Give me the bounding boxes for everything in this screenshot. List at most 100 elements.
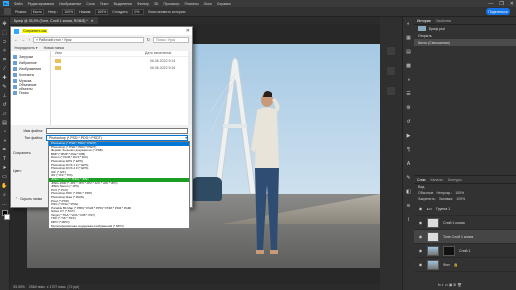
visibility-eye-icon[interactable]: ◉	[418, 234, 423, 239]
more-tools-icon[interactable]: …	[2, 201, 8, 207]
history-brush-tool-icon[interactable]: ↺	[2, 102, 8, 108]
hand-tool-icon[interactable]: ✋	[1, 183, 7, 189]
mode-select[interactable]: Кисть	[30, 8, 44, 15]
maximize-button[interactable]: ❐	[499, 1, 503, 7]
tab-channels[interactable]: Каналы	[431, 178, 443, 182]
pressure-field[interactable]: 100%	[95, 8, 109, 15]
visibility-eye-icon[interactable]: ◉	[418, 206, 423, 211]
layer-row[interactable]: ◉ Слой 1 копия	[414, 216, 516, 230]
marquee-tool-icon[interactable]: ⬚	[2, 30, 8, 36]
menu-image[interactable]: Изображение	[59, 2, 81, 6]
move-tool-icon[interactable]: ✥	[2, 21, 8, 27]
column-name[interactable]: Имя	[55, 51, 145, 56]
forward-arrow-icon[interactable]: →	[21, 37, 25, 42]
restore-history-checkbox[interactable]: Восстановить историю	[148, 10, 185, 14]
background-color-swatch[interactable]	[3, 214, 10, 220]
panel-toggle-icon[interactable]	[387, 67, 395, 75]
type-tool-icon[interactable]: T	[2, 156, 8, 162]
zoom-tool-icon[interactable]: ⌕	[2, 192, 8, 198]
filename-input[interactable]	[46, 127, 188, 134]
adjustments-panel-icon[interactable]: ◑	[405, 76, 412, 83]
magic-wand-tool-icon[interactable]: ✧	[2, 48, 8, 54]
filetype-option[interactable]: Мультиформатная поддержка изображений (*…	[49, 225, 189, 229]
path-select-tool-icon[interactable]: ➤	[2, 165, 8, 171]
layer-row[interactable]: ◉ Слой 1	[414, 244, 516, 258]
history-brush-icon[interactable]	[4, 8, 11, 15]
menu-edit[interactable]: Редактирование	[28, 2, 55, 6]
close-tab-icon[interactable]: ✕	[91, 19, 94, 23]
menu-file[interactable]: Файл	[14, 2, 23, 6]
channels-panel-icon[interactable]: ≋	[405, 202, 412, 209]
menu-3d[interactable]: 3D	[154, 2, 158, 6]
file-row[interactable]: 06.06.2022 9:14	[51, 57, 192, 64]
shape-tool-icon[interactable]: ▭	[2, 174, 8, 180]
layer-row[interactable]: ◉ ▸▭ Группа 1	[414, 202, 516, 216]
brush-tool-icon[interactable]: ✎	[2, 84, 8, 90]
address-bar[interactable]: « Рабочий стол › Урок	[33, 36, 144, 43]
tab-history[interactable]: История	[417, 19, 431, 23]
gradient-tool-icon[interactable]: ▤	[2, 120, 8, 126]
layer-filter-select[interactable]: Вид	[418, 185, 424, 189]
organize-button[interactable]: Упорядочить ▾	[14, 46, 38, 50]
history-item[interactable]: Кисть (Смешанная)	[414, 39, 516, 46]
tab-layers[interactable]: Слои	[417, 178, 426, 182]
hide-folders-toggle[interactable]: ⌃ Скрыть папки	[15, 197, 42, 201]
menu-type[interactable]: Текст	[100, 2, 109, 6]
blend-mode-select[interactable]: Обычные	[418, 191, 433, 195]
dialog-close-button[interactable]: ✕	[186, 28, 190, 34]
paragraph-panel-icon[interactable]: ¶	[405, 146, 412, 153]
file-list-scrollbar[interactable]	[188, 51, 192, 125]
tab-properties[interactable]: Свойства	[436, 19, 451, 23]
panel-toggle-icon[interactable]	[387, 47, 395, 55]
eyedropper-tool-icon[interactable]: ⁄	[2, 66, 8, 72]
minimize-button[interactable]: —	[488, 1, 493, 7]
paths-panel-icon[interactable]: ⌇	[405, 216, 412, 223]
layer-row[interactable]: ◉ Tone Слой 1 копия	[414, 230, 516, 244]
libraries-panel-icon[interactable]: ☰	[405, 90, 412, 97]
back-arrow-icon[interactable]: ←	[14, 37, 18, 42]
menu-help[interactable]: Справка	[217, 2, 231, 6]
share-button[interactable]: Поделиться	[486, 8, 510, 15]
layer-mask-thumbnail[interactable]	[443, 245, 455, 256]
menu-layers[interactable]: Слои	[86, 2, 95, 6]
layer-row[interactable]: ◉ Фон 🔒	[414, 258, 516, 272]
character-panel-icon[interactable]: A	[405, 160, 412, 167]
menu-select[interactable]: Выделение	[114, 2, 133, 6]
menu-plugins[interactable]: Плагины	[184, 2, 198, 6]
visibility-eye-icon[interactable]: ◉	[418, 248, 423, 253]
actions-panel-icon[interactable]: ▶	[405, 132, 412, 139]
brushes-panel-icon[interactable]: ✎	[405, 174, 412, 181]
new-folder-button[interactable]: Новая папка	[44, 46, 64, 50]
smoothing-field[interactable]: 0%	[132, 8, 145, 15]
menu-filter[interactable]: Фильтр	[137, 2, 149, 6]
visibility-eye-icon[interactable]: ◉	[418, 220, 423, 225]
file-row[interactable]: 06.06.2022 9:16	[51, 64, 192, 71]
properties-panel-icon[interactable]: ⚙	[405, 104, 412, 111]
up-arrow-icon[interactable]: ↑	[28, 37, 30, 42]
menu-view[interactable]: Просмотр	[163, 2, 179, 6]
dodge-tool-icon[interactable]: ◑	[2, 138, 8, 144]
history-panel-icon[interactable]: ↺	[405, 118, 412, 125]
layers-footer-icons[interactable]: fx ◐ ▭ ▣ ⊞ 🗑	[434, 282, 462, 288]
panel-toggle-icon[interactable]	[387, 87, 395, 95]
eraser-tool-icon[interactable]: ▱	[2, 111, 8, 117]
lasso-tool-icon[interactable]: ↄ	[2, 39, 8, 45]
stamp-tool-icon[interactable]: ⊥	[2, 93, 8, 99]
document-tab[interactable]: Бриф @ 33,3% (Tone, Слой 1 копия, RGB/8)…	[10, 17, 98, 24]
color-panel-icon[interactable]: ◐	[405, 20, 412, 27]
refresh-icon[interactable]: ↻	[147, 37, 150, 42]
visibility-eye-icon[interactable]: ◉	[418, 262, 423, 267]
layers-panel-icon[interactable]: ◧	[405, 188, 412, 195]
opacity-field[interactable]: 100%	[62, 8, 76, 15]
tab-paths[interactable]: Контуры	[448, 178, 462, 182]
history-item[interactable]: Открыть	[414, 32, 516, 39]
healing-tool-icon[interactable]: ✚	[2, 75, 8, 81]
search-input[interactable]: Поиск: Урок	[153, 36, 189, 43]
crop-tool-icon[interactable]: ⌗	[2, 57, 8, 63]
zoom-readout[interactable]: 33,33%	[13, 285, 25, 289]
column-date[interactable]: Дата изменения	[145, 51, 171, 56]
filetype-select[interactable]: Photoshop (*.PSD;*.PDD;*.PSDT) ▾	[46, 134, 188, 141]
menu-window[interactable]: Окно	[204, 2, 212, 6]
patterns-panel-icon[interactable]: ▩	[405, 62, 412, 69]
pen-tool-icon[interactable]: ✒	[2, 147, 8, 153]
